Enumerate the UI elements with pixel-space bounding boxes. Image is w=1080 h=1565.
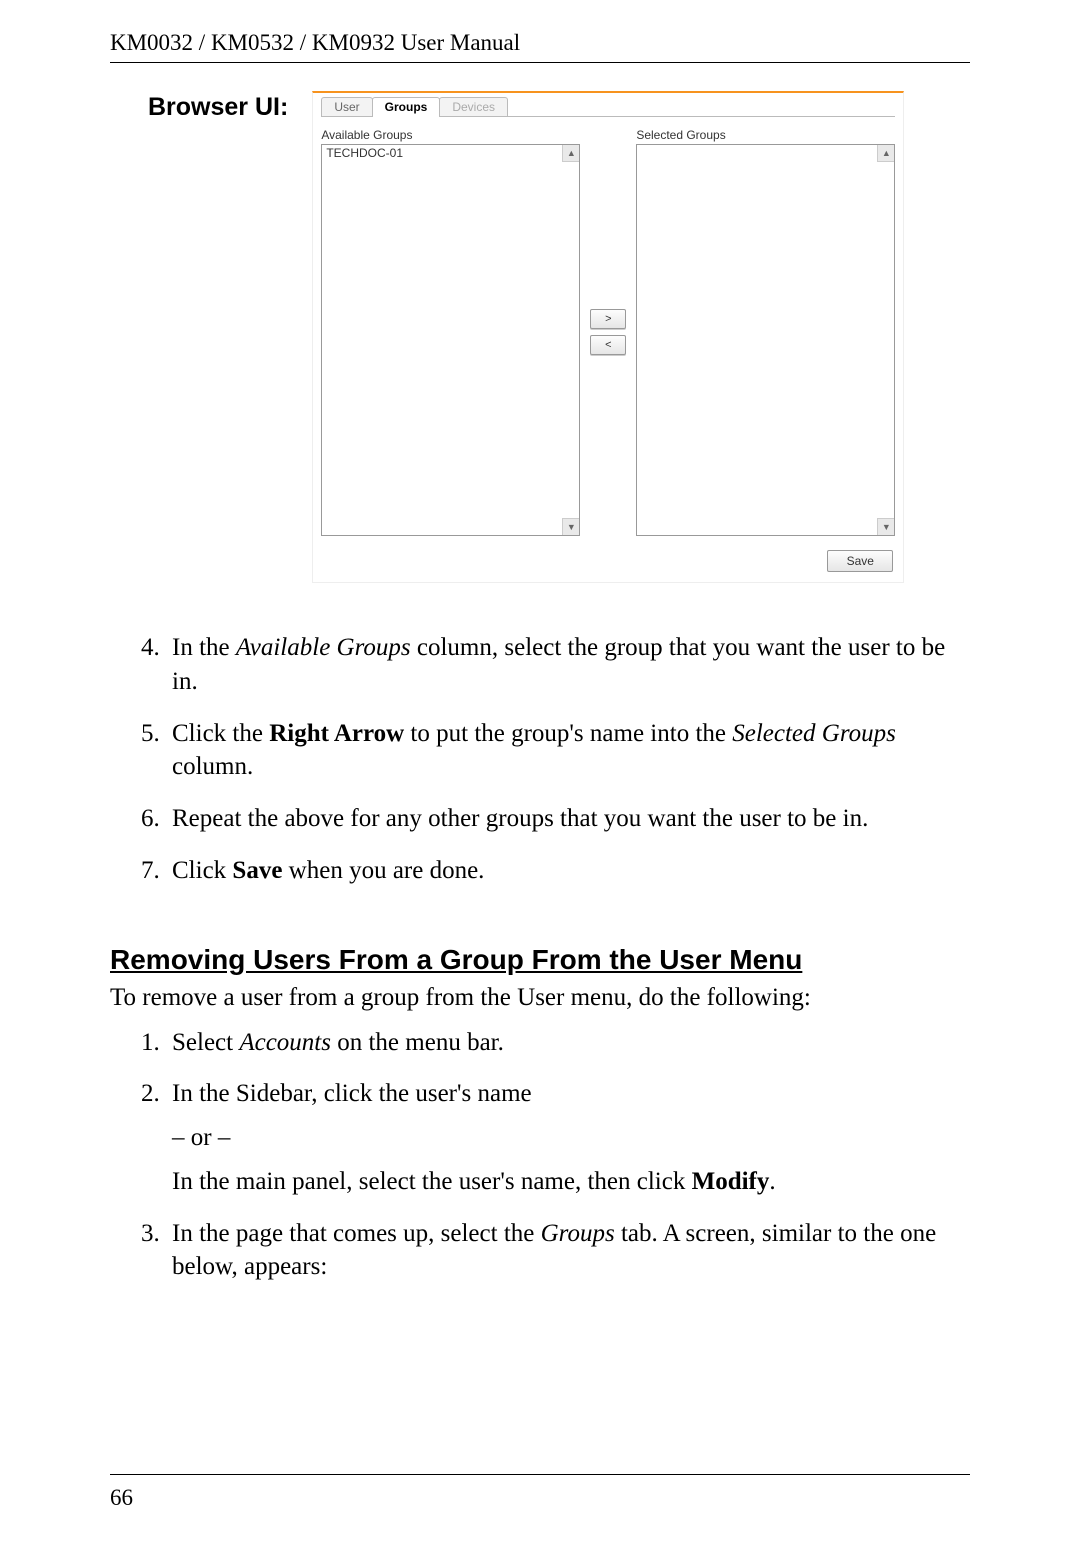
step-5: Click the Right Arrow to put the group's… bbox=[166, 717, 970, 785]
tab-groups[interactable]: Groups bbox=[372, 97, 441, 117]
step-1: Select Accounts on the menu bar. bbox=[166, 1026, 970, 1060]
header-title: KM0032 / KM0532 / KM0932 User Manual bbox=[110, 30, 520, 55]
groups-panel-screenshot: User Groups Devices Available Groups TEC… bbox=[312, 91, 904, 583]
step-7: Click Save when you are done. bbox=[166, 854, 970, 888]
available-groups-listbox[interactable]: TECHDOC-01 ▲ ▼ bbox=[321, 144, 580, 536]
scroll-up-icon[interactable]: ▲ bbox=[562, 145, 579, 162]
scroll-up-icon[interactable]: ▲ bbox=[877, 145, 894, 162]
page-footer: 66 bbox=[110, 1474, 970, 1511]
list-item[interactable]: TECHDOC-01 bbox=[322, 145, 579, 161]
move-left-button[interactable]: < bbox=[590, 335, 626, 355]
step-2: In the Sidebar, click the user's name – … bbox=[166, 1077, 970, 1198]
move-right-button[interactable]: > bbox=[590, 309, 626, 329]
scroll-down-icon[interactable]: ▼ bbox=[562, 518, 579, 535]
page-number: 66 bbox=[110, 1485, 133, 1510]
step-3: In the page that comes up, select the Gr… bbox=[166, 1217, 970, 1285]
step-4: In the Available Groups column, select t… bbox=[166, 631, 970, 699]
selected-groups-listbox[interactable]: ▲ ▼ bbox=[636, 144, 895, 536]
page-header: KM0032 / KM0532 / KM0932 User Manual bbox=[110, 30, 970, 63]
step-6: Repeat the above for any other groups th… bbox=[166, 802, 970, 836]
selected-groups-label: Selected Groups bbox=[636, 128, 895, 142]
tab-devices[interactable]: Devices bbox=[439, 97, 508, 117]
scroll-down-icon[interactable]: ▼ bbox=[877, 518, 894, 535]
section-heading-removing-users: Removing Users From a Group From the Use… bbox=[110, 944, 970, 976]
browser-ui-label: Browser UI: bbox=[148, 93, 288, 122]
available-groups-label: Available Groups bbox=[321, 128, 580, 142]
tab-user[interactable]: User bbox=[321, 97, 372, 117]
save-button[interactable]: Save bbox=[827, 550, 893, 572]
section-intro: To remove a user from a group from the U… bbox=[110, 984, 970, 1012]
